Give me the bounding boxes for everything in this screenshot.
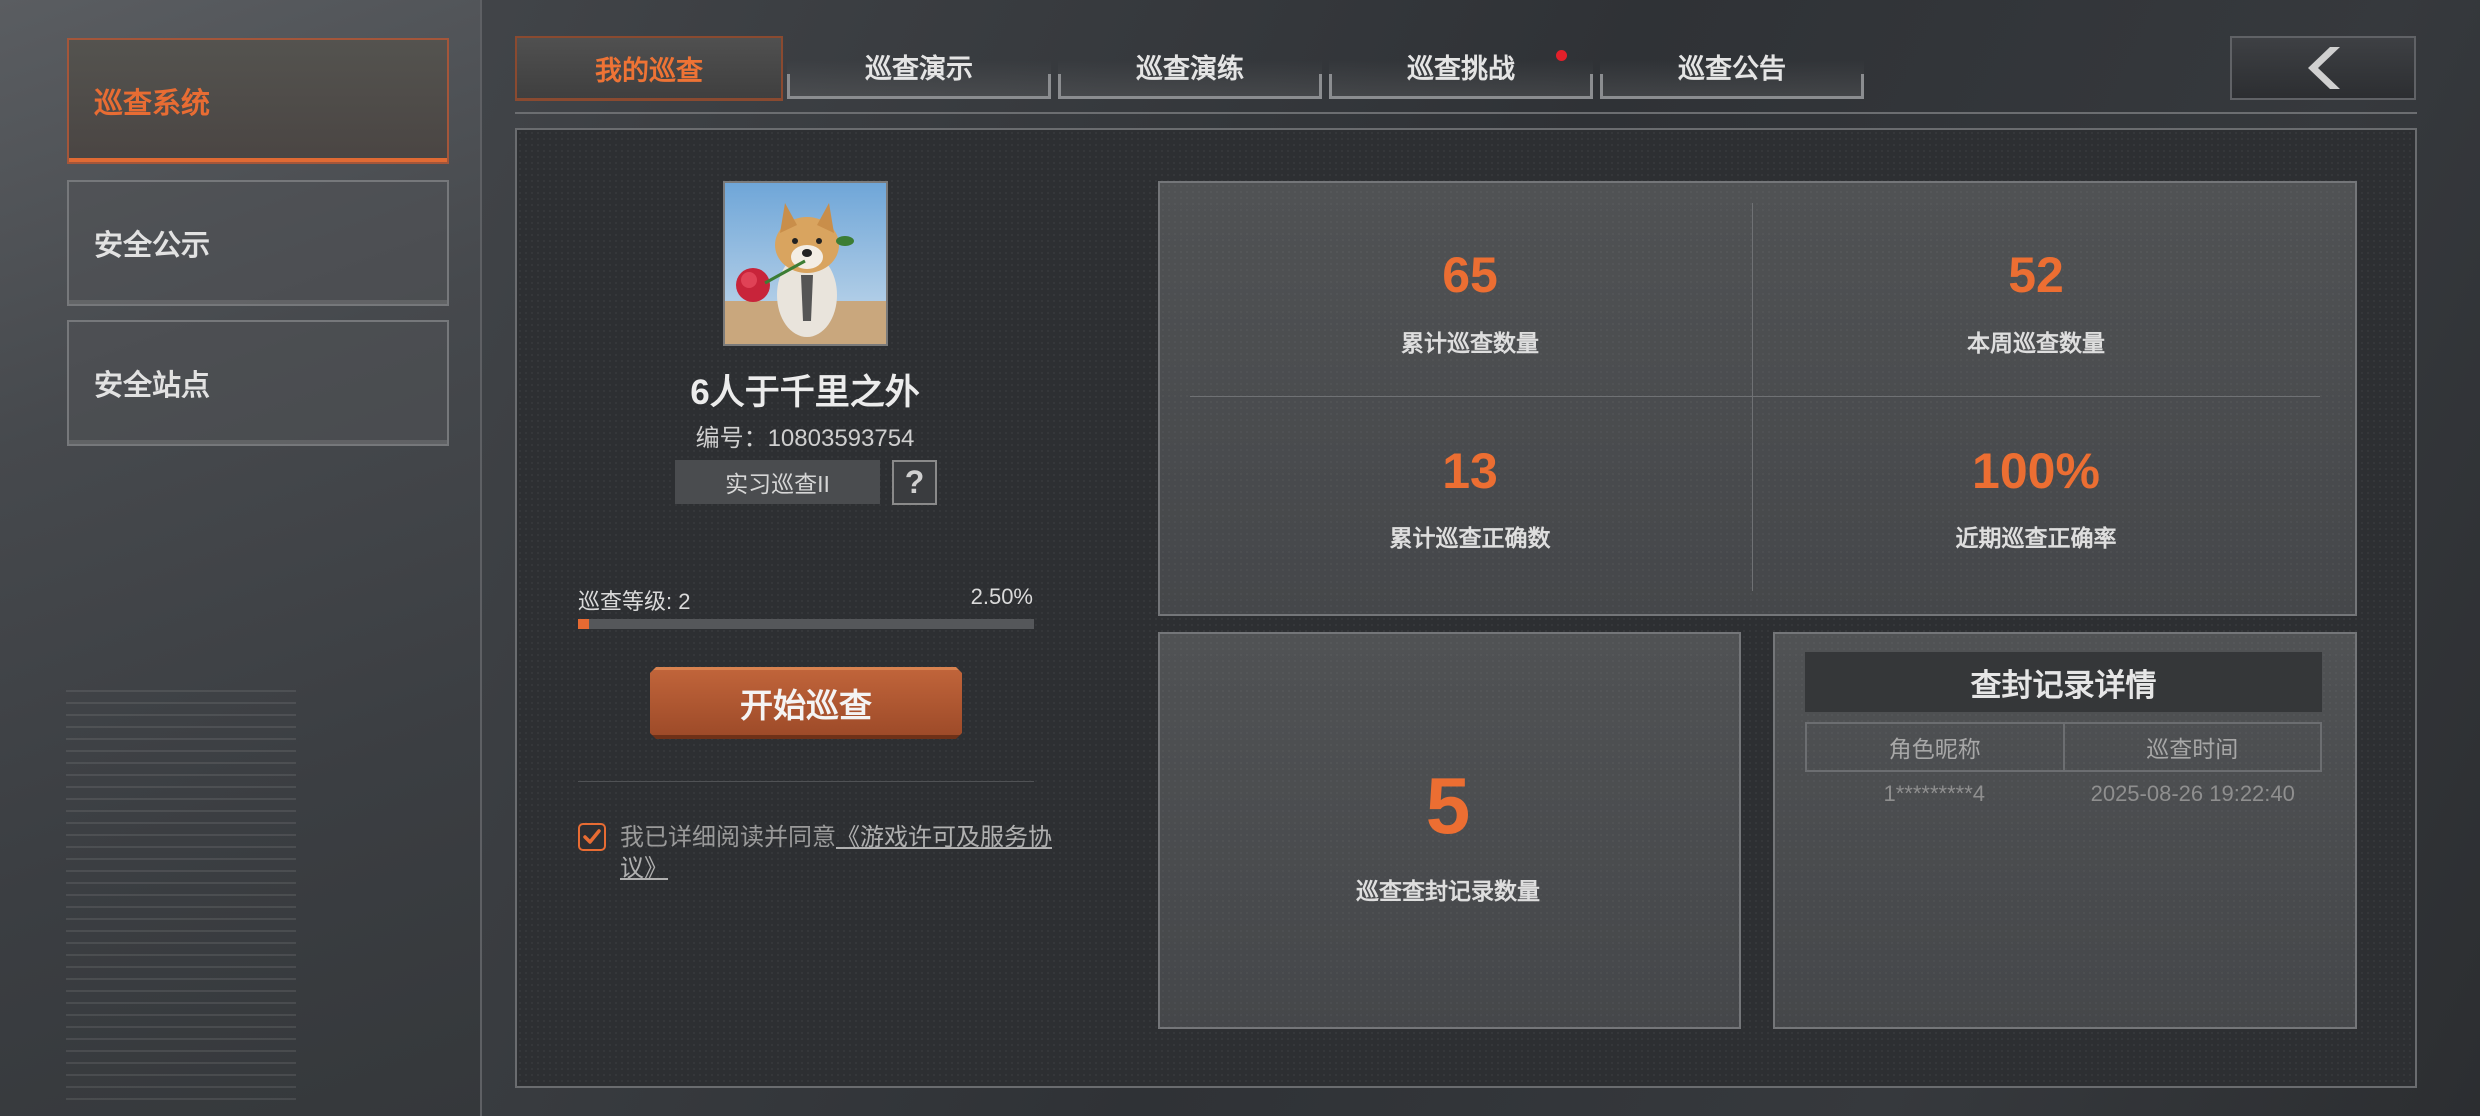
tab-my-patrol[interactable]: 我的巡查 — [515, 36, 783, 101]
ban-detail-title: 查封记录详情 — [1805, 652, 2322, 712]
stat-weekly-patrols-label: 本周巡查数量 — [1967, 330, 2105, 356]
tab-underline — [515, 112, 2417, 114]
start-patrol-button[interactable]: 开始巡查 — [650, 667, 962, 739]
stat-total-patrols-label: 累计巡查数量 — [1401, 330, 1539, 356]
player-name: 6人于千里之外 — [690, 373, 920, 412]
tab-label: 我的巡查 — [595, 55, 703, 86]
rank-badge: 实习巡查II — [675, 460, 880, 504]
tab-patrol-demo[interactable]: 巡查演示 — [787, 36, 1051, 99]
stats-divider-vertical — [1752, 203, 1753, 591]
notification-dot — [1556, 50, 1567, 61]
level-percent: 2.50% — [970, 584, 1033, 609]
cell-time: 2025-08-26 19:22:40 — [2090, 781, 2295, 806]
tab-label: 巡查公告 — [1678, 53, 1786, 84]
column-header-time: 巡查时间 — [2062, 724, 2321, 770]
tab-label: 巡查挑战 — [1407, 53, 1515, 84]
ban-table-header: 角色昵称 巡查时间 — [1805, 722, 2322, 772]
chevron-left-icon — [2308, 47, 2340, 89]
help-button[interactable]: ? — [892, 460, 937, 505]
sidebar-item-safety-notice[interactable]: 安全公示 — [67, 180, 449, 306]
stat-weekly-patrols-value: 52 — [2008, 247, 2064, 303]
column-header-nickname: 角色昵称 — [1888, 736, 1981, 762]
tab-patrol-challenge[interactable]: 巡查挑战 — [1329, 36, 1593, 99]
divider — [578, 781, 1034, 782]
sidebar-item-safety-sites[interactable]: 安全站点 — [67, 320, 449, 446]
sidebar-decoration — [66, 690, 296, 1110]
sidebar-item-label: 巡查系统 — [94, 88, 211, 120]
dog-with-rose-avatar-icon — [725, 183, 886, 344]
level-progress-bar — [578, 619, 1034, 629]
tab-patrol-drill[interactable]: 巡查演练 — [1058, 36, 1322, 99]
tab-patrol-announcement[interactable]: 巡查公告 — [1600, 36, 1864, 99]
agreement-prefix: 我已详细阅读并同意 — [620, 824, 836, 851]
stat-total-patrols-value: 65 — [1442, 247, 1498, 303]
agreement-text: 我已详细阅读并同意《游戏许可及服务协议》 — [620, 822, 1060, 884]
table-row: 1*********4 2025-08-26 19:22:40 — [1805, 776, 2322, 812]
stat-correct-count-value: 13 — [1442, 443, 1498, 499]
player-id: 编号：10803593754 — [695, 425, 915, 452]
checkmark-icon — [583, 829, 601, 844]
ban-count-label: 巡查查封记录数量 — [1356, 878, 1540, 904]
level-progress-fill — [578, 619, 590, 629]
cell-nickname: 1*********4 — [1883, 781, 1986, 806]
sidebar-item-label: 安全站点 — [94, 370, 211, 402]
back-button[interactable] — [2230, 36, 2416, 100]
ban-count-value: 5 — [1425, 761, 1471, 850]
stat-accuracy-label: 近期巡查正确率 — [1955, 525, 2117, 551]
stat-accuracy-value: 100% — [1972, 443, 2100, 499]
tab-label: 巡查演示 — [865, 53, 973, 84]
sidebar-item-label: 安全公示 — [94, 230, 211, 262]
agreement-checkbox[interactable] — [578, 823, 606, 851]
stats-divider-horizontal — [1190, 396, 2320, 397]
sidebar-divider — [480, 0, 482, 1116]
avatar[interactable] — [723, 181, 888, 346]
level-label: 巡查等级: 2 — [578, 589, 691, 614]
stat-correct-count-label: 累计巡查正确数 — [1389, 525, 1551, 551]
sidebar-item-patrol-system[interactable]: 巡查系统 — [67, 38, 449, 164]
tab-label: 巡查演练 — [1136, 53, 1244, 84]
question-mark-icon: ? — [904, 464, 925, 500]
